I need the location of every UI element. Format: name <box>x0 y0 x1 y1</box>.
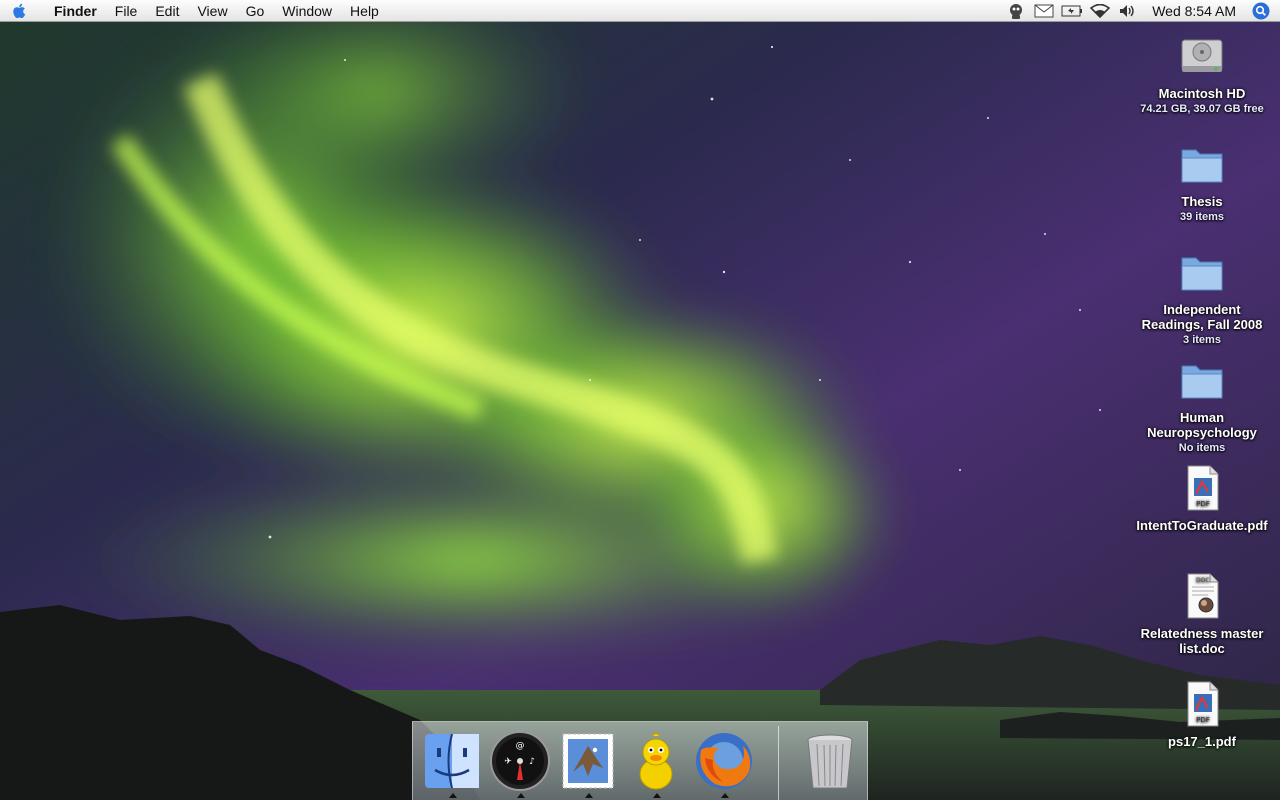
firefox-icon <box>696 733 752 789</box>
apple-menu-icon[interactable] <box>0 0 40 22</box>
dock-item-dashboard[interactable]: @ ✈ ♪ <box>487 728 553 794</box>
menu-bar-left: Finder File Edit View Go Window Help <box>0 0 388 22</box>
desktop-item-independent-readings[interactable]: Independent Readings, Fall 2008 3 items <box>1132 246 1272 348</box>
running-indicator-finder <box>449 793 457 798</box>
svg-text:PDF: PDF <box>1196 716 1210 724</box>
dock-item-mail[interactable] <box>555 728 621 794</box>
wifi-icon[interactable] <box>1086 0 1114 22</box>
spotlight-search-icon[interactable] <box>1250 0 1272 22</box>
desktop-item-thesis[interactable]: Thesis 39 items <box>1132 138 1272 225</box>
running-indicator-mail <box>585 793 593 798</box>
dock-item-adium[interactable] <box>623 728 689 794</box>
desktop-item-info: No items <box>1178 442 1226 454</box>
doc-file-icon: DOC <box>1187 573 1219 619</box>
desktop-item-name: ps17_1.pdf <box>1168 734 1236 749</box>
desktop-wallpaper <box>0 0 1280 800</box>
chat-status-icon[interactable] <box>1002 0 1030 22</box>
svg-text:DOC: DOC <box>1196 577 1210 584</box>
desktop-item-name: Independent Readings, Fall 2008 <box>1141 302 1263 332</box>
volume-icon[interactable] <box>1114 0 1142 22</box>
menu-go[interactable]: Go <box>237 0 274 22</box>
menu-app-name[interactable]: Finder <box>40 0 106 22</box>
desktop-item-name: Thesis <box>1181 194 1223 209</box>
menu-edit[interactable]: Edit <box>146 0 188 22</box>
adium-duck-icon <box>639 733 673 790</box>
desktop-item-info: 74.21 GB, 39.07 GB free <box>1140 103 1264 115</box>
desktop-item-ps17-1[interactable]: PDF ps17_1.pdf <box>1132 678 1272 749</box>
dock-item-trash[interactable] <box>797 728 863 794</box>
folder-icon <box>1181 365 1223 399</box>
desktop-item-name: IntentToGraduate.pdf <box>1136 518 1268 533</box>
pdf-file-icon: PDF <box>1187 681 1219 727</box>
battery-icon[interactable] <box>1058 0 1086 22</box>
dock-separator <box>778 726 779 800</box>
mail-icon[interactable] <box>1030 0 1058 22</box>
dashboard-icon: @ ✈ ♪ <box>490 731 550 791</box>
hard-drive-icon <box>1181 39 1223 72</box>
desktop-item-macintosh-hd[interactable]: Macintosh HD 74.21 GB, 39.07 GB free <box>1132 30 1272 117</box>
menu-view[interactable]: View <box>188 0 236 22</box>
svg-text:✈: ✈ <box>504 757 512 767</box>
pdf-file-icon: PDF <box>1187 465 1219 511</box>
desktop-item-intent-to-graduate[interactable]: PDF IntentToGraduate.pdf <box>1132 462 1272 533</box>
menu-bar: Finder File Edit View Go Window Help Wed… <box>0 0 1280 22</box>
desktop-item-name: Relatedness master list.doc <box>1140 626 1264 656</box>
menu-help[interactable]: Help <box>341 0 388 22</box>
svg-text:PDF: PDF <box>1196 500 1210 508</box>
dock-item-finder[interactable] <box>419 728 485 794</box>
mail-stamp-icon <box>562 733 614 789</box>
dock: @ ✈ ♪ <box>412 721 868 800</box>
desktop-item-name: Human Neuropsychology <box>1147 410 1257 440</box>
running-indicator-dashboard <box>517 793 525 798</box>
menu-window[interactable]: Window <box>273 0 341 22</box>
menu-clock[interactable]: Wed 8:54 AM <box>1142 0 1250 22</box>
desktop-item-relatedness-master-list[interactable]: DOC Relatedness master list.doc <box>1132 570 1272 656</box>
running-indicator-firefox <box>721 793 729 798</box>
desktop-item-name: Macintosh HD <box>1158 86 1246 101</box>
dock-item-firefox[interactable] <box>691 728 757 794</box>
menu-bar-extras: Wed 8:54 AM <box>1002 0 1280 22</box>
running-indicator-adium <box>653 793 661 798</box>
desktop-item-human-neuropsychology[interactable]: Human Neuropsychology No items <box>1132 354 1272 456</box>
finder-icon <box>425 733 479 789</box>
trash-icon <box>807 734 853 789</box>
desktop-item-info: 39 items <box>1179 211 1225 223</box>
menu-file[interactable]: File <box>106 0 147 22</box>
desktop-item-info: 3 items <box>1183 334 1221 346</box>
svg-text:♪: ♪ <box>529 757 535 767</box>
svg-text:@: @ <box>516 741 525 751</box>
folder-icon <box>1181 257 1223 291</box>
folder-icon <box>1181 149 1223 183</box>
